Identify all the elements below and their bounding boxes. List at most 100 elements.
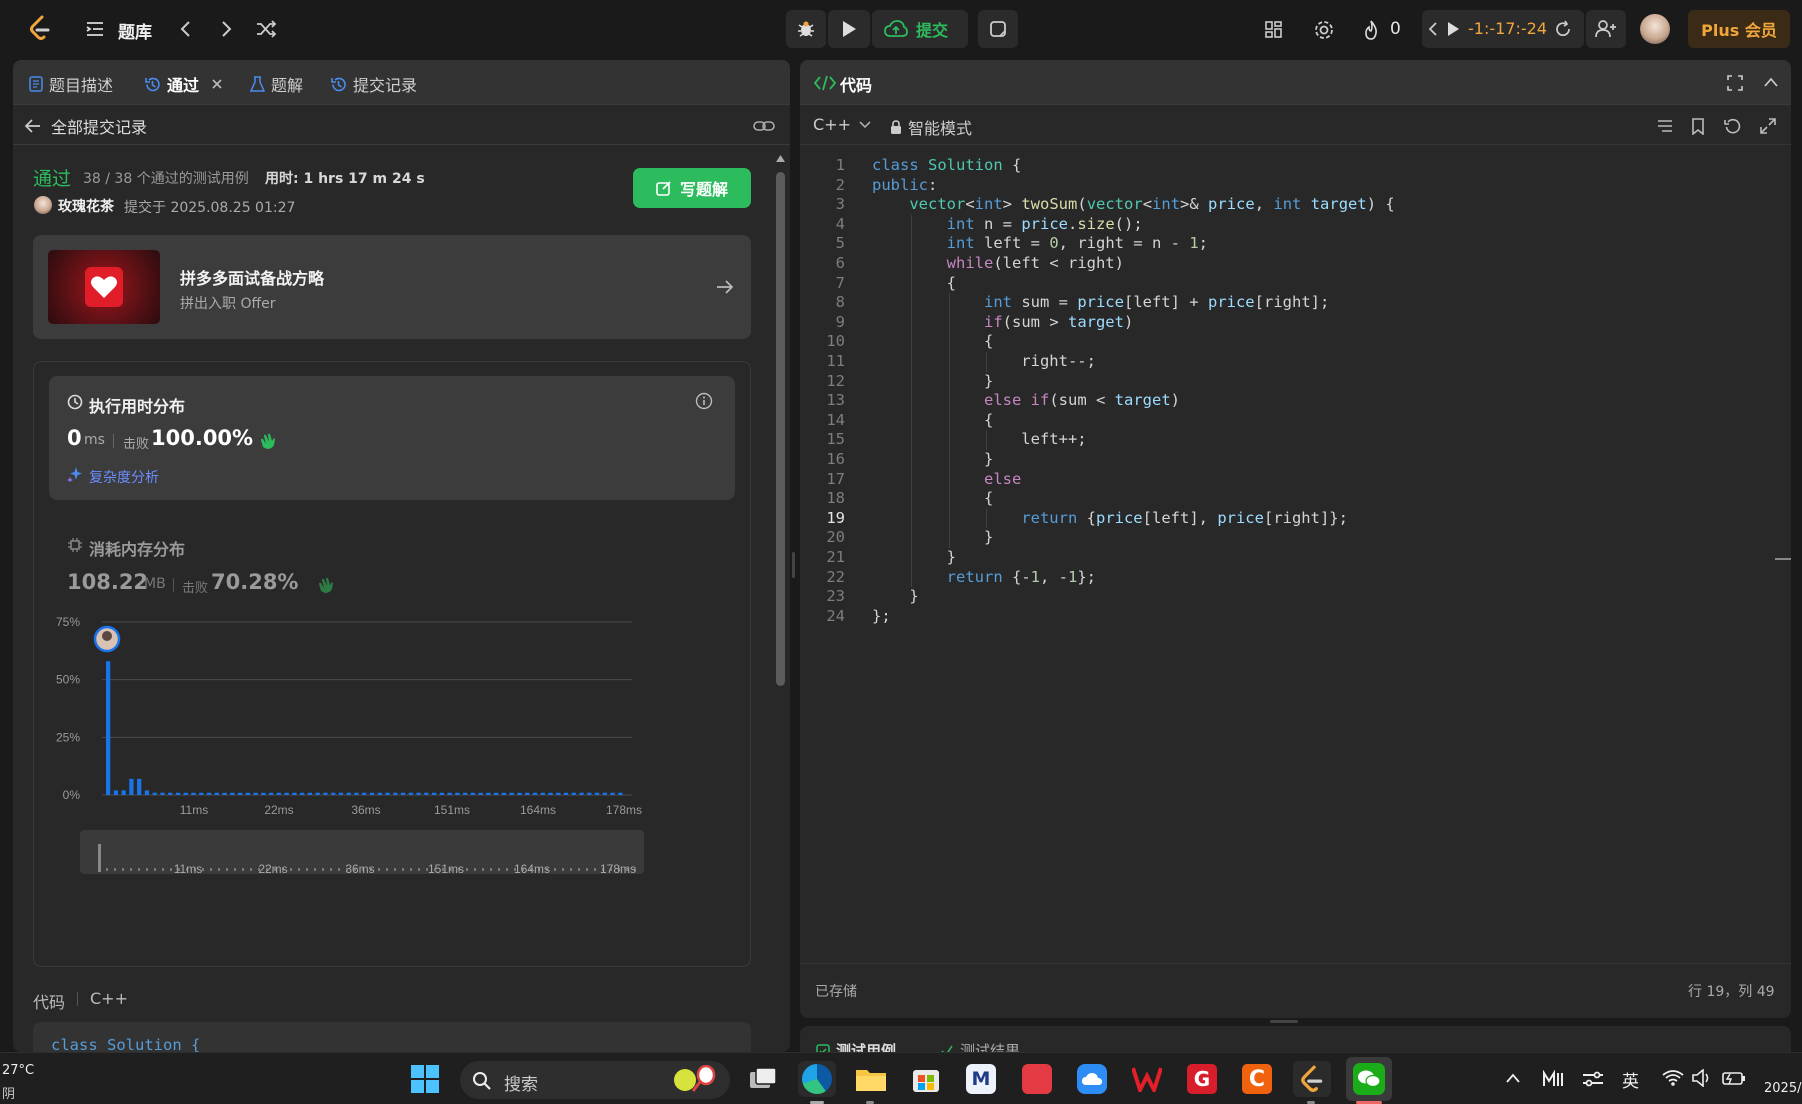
scroll-thumb[interactable] <box>776 172 785 686</box>
code-line[interactable]: { <box>872 274 956 292</box>
code-line[interactable]: right--; <box>872 352 1096 370</box>
run-button[interactable] <box>828 10 870 48</box>
code-line[interactable]: } <box>872 450 993 468</box>
plus-member-button[interactable]: Plus 会员 <box>1688 10 1790 48</box>
task-view-icon[interactable] <box>744 1061 782 1097</box>
info-icon[interactable] <box>695 392 713 410</box>
range-slider-tick <box>410 868 412 871</box>
tab-description[interactable]: 题目描述 <box>29 72 113 96</box>
memory-title[interactable]: 消耗内存分布 <box>89 536 185 560</box>
code-line[interactable]: } <box>872 528 993 546</box>
code-line[interactable]: { <box>872 332 993 350</box>
code-line[interactable]: int sum = price[left] + price[right]; <box>872 293 1329 311</box>
settings-gear-icon[interactable] <box>1312 18 1336 42</box>
invite-user-button[interactable] <box>1586 10 1626 48</box>
tab-test-results[interactable]: 测试结果 <box>940 1040 1020 1052</box>
reset-code-icon[interactable] <box>1724 118 1741 135</box>
code-line[interactable]: public: <box>872 176 937 194</box>
wechat-icon[interactable] <box>1346 1057 1392 1101</box>
close-tab-icon[interactable] <box>211 78 223 90</box>
cloud-app-icon[interactable] <box>1073 1061 1111 1097</box>
code-line[interactable]: left++; <box>872 430 1086 448</box>
expand-editor-icon[interactable] <box>1760 118 1776 134</box>
streak-flame-icon[interactable] <box>1360 18 1382 42</box>
code-line[interactable]: int left = 0, right = n - 1; <box>872 234 1208 252</box>
tab-testcases[interactable]: 测试用例 <box>816 1040 896 1052</box>
code-line[interactable]: } <box>872 372 993 390</box>
histogram-bar <box>548 792 553 795</box>
fullscreen-icon[interactable] <box>1727 75 1743 91</box>
tray-app-icon[interactable] <box>1542 1070 1564 1088</box>
runtime-distribution-chart[interactable]: 75% 50% 25% 0% 11ms 22ms 36ms 151ms 164ms 178ms 11… <box>34 602 750 972</box>
leetcode-logo-icon[interactable] <box>26 14 54 42</box>
mail-app-icon[interactable]: M <box>962 1061 1000 1097</box>
huawei-app-icon[interactable] <box>1018 1061 1056 1097</box>
code-line[interactable]: { <box>872 411 993 429</box>
tray-settings-icon[interactable] <box>1582 1070 1604 1088</box>
c-app-icon[interactable]: C <box>1238 1061 1276 1097</box>
clock-date[interactable]: 2025/ <box>1764 1081 1801 1096</box>
code-line[interactable]: int n = price.size(); <box>872 215 1143 233</box>
code-line[interactable]: } <box>872 548 956 566</box>
timer-collapse-icon[interactable] <box>1428 21 1438 37</box>
edge-browser-icon[interactable] <box>798 1061 836 1097</box>
ms-store-icon[interactable] <box>907 1061 945 1097</box>
code-line[interactable]: { <box>872 489 993 507</box>
timer-play-icon[interactable] <box>1446 21 1460 37</box>
tab-accepted[interactable]: 通过 <box>144 72 223 96</box>
smart-mode-toggle[interactable]: 智能模式 <box>890 115 972 139</box>
start-windows-icon[interactable] <box>406 1061 444 1097</box>
tray-overflow-icon[interactable] <box>1506 1073 1520 1083</box>
g-app-icon[interactable]: G <box>1183 1061 1221 1097</box>
testcase-splitter[interactable] <box>1270 1020 1298 1023</box>
user-avatar[interactable] <box>1640 14 1670 44</box>
complexity-analysis-link[interactable]: 复杂度分析 <box>89 467 159 487</box>
battery-icon[interactable] <box>1722 1070 1746 1086</box>
bookmark-icon[interactable] <box>1691 118 1705 135</box>
code-line[interactable]: while(left < right) <box>872 254 1124 272</box>
left-scrollbar[interactable] <box>775 154 785 1052</box>
code-line[interactable]: vector<int> twoSum(vector<int>& price, i… <box>872 195 1394 213</box>
tab-solutions[interactable]: 题解 <box>250 72 303 96</box>
promo-card[interactable]: 拼多多面试备战方略 拼出入职 Offer <box>33 235 751 339</box>
write-solution-button[interactable]: 写题解 <box>633 168 751 208</box>
format-code-icon[interactable] <box>1657 119 1673 133</box>
code-line[interactable]: } <box>872 587 918 605</box>
code-line[interactable]: class Solution { <box>872 156 1021 174</box>
ime-indicator[interactable]: 英 <box>1622 1067 1639 1092</box>
code-line[interactable]: else <box>872 470 1021 488</box>
code-line[interactable]: else if(sum < target) <box>872 391 1180 409</box>
tab-submissions[interactable]: 提交记录 <box>330 72 417 96</box>
notes-button[interactable] <box>978 10 1018 48</box>
language-select[interactable]: C++ <box>813 115 871 134</box>
runtime-card[interactable]: 执行用时分布 0 ms 击败 100.00% 复杂度分析 <box>49 376 735 500</box>
weather-temp[interactable]: 27°C <box>2 1063 34 1078</box>
prev-problem-icon[interactable] <box>174 17 196 41</box>
problem-list-icon[interactable] <box>84 18 106 40</box>
file-explorer-icon[interactable] <box>852 1061 890 1097</box>
debug-button[interactable] <box>786 10 826 48</box>
next-problem-icon[interactable] <box>216 17 238 41</box>
problem-bank-link[interactable]: 题库 <box>118 18 152 43</box>
range-slider-tick <box>250 868 252 871</box>
wps-office-icon[interactable] <box>1128 1061 1166 1097</box>
panel-splitter[interactable] <box>792 552 795 578</box>
code-line[interactable]: return {price[left], price[right]}; <box>872 509 1348 527</box>
code-line[interactable]: }; <box>872 607 891 625</box>
shuffle-icon[interactable] <box>254 17 278 41</box>
code-line[interactable]: return {-1, -1}; <box>872 568 1096 586</box>
submitter-name[interactable]: 玫瑰花茶 <box>58 196 114 216</box>
taskbar-search-box[interactable]: 搜索 <box>460 1061 730 1099</box>
collapse-panel-icon[interactable] <box>1763 77 1779 87</box>
code-editor[interactable]: 1 class Solution {2 public: 3 vector<int> t… <box>800 156 1775 1016</box>
submit-button[interactable]: 提交 <box>872 10 968 48</box>
timer-reset-icon[interactable] <box>1554 20 1572 38</box>
wifi-icon[interactable] <box>1662 1069 1684 1087</box>
copy-link-icon[interactable] <box>753 115 775 137</box>
play-icon <box>843 21 856 37</box>
volume-icon[interactable] <box>1692 1069 1712 1087</box>
back-to-submissions[interactable]: 全部提交记录 <box>25 114 147 138</box>
layout-grid-icon[interactable] <box>1262 18 1286 42</box>
histogram-bar <box>470 792 476 795</box>
leetcode-app-icon[interactable] <box>1293 1061 1331 1097</box>
